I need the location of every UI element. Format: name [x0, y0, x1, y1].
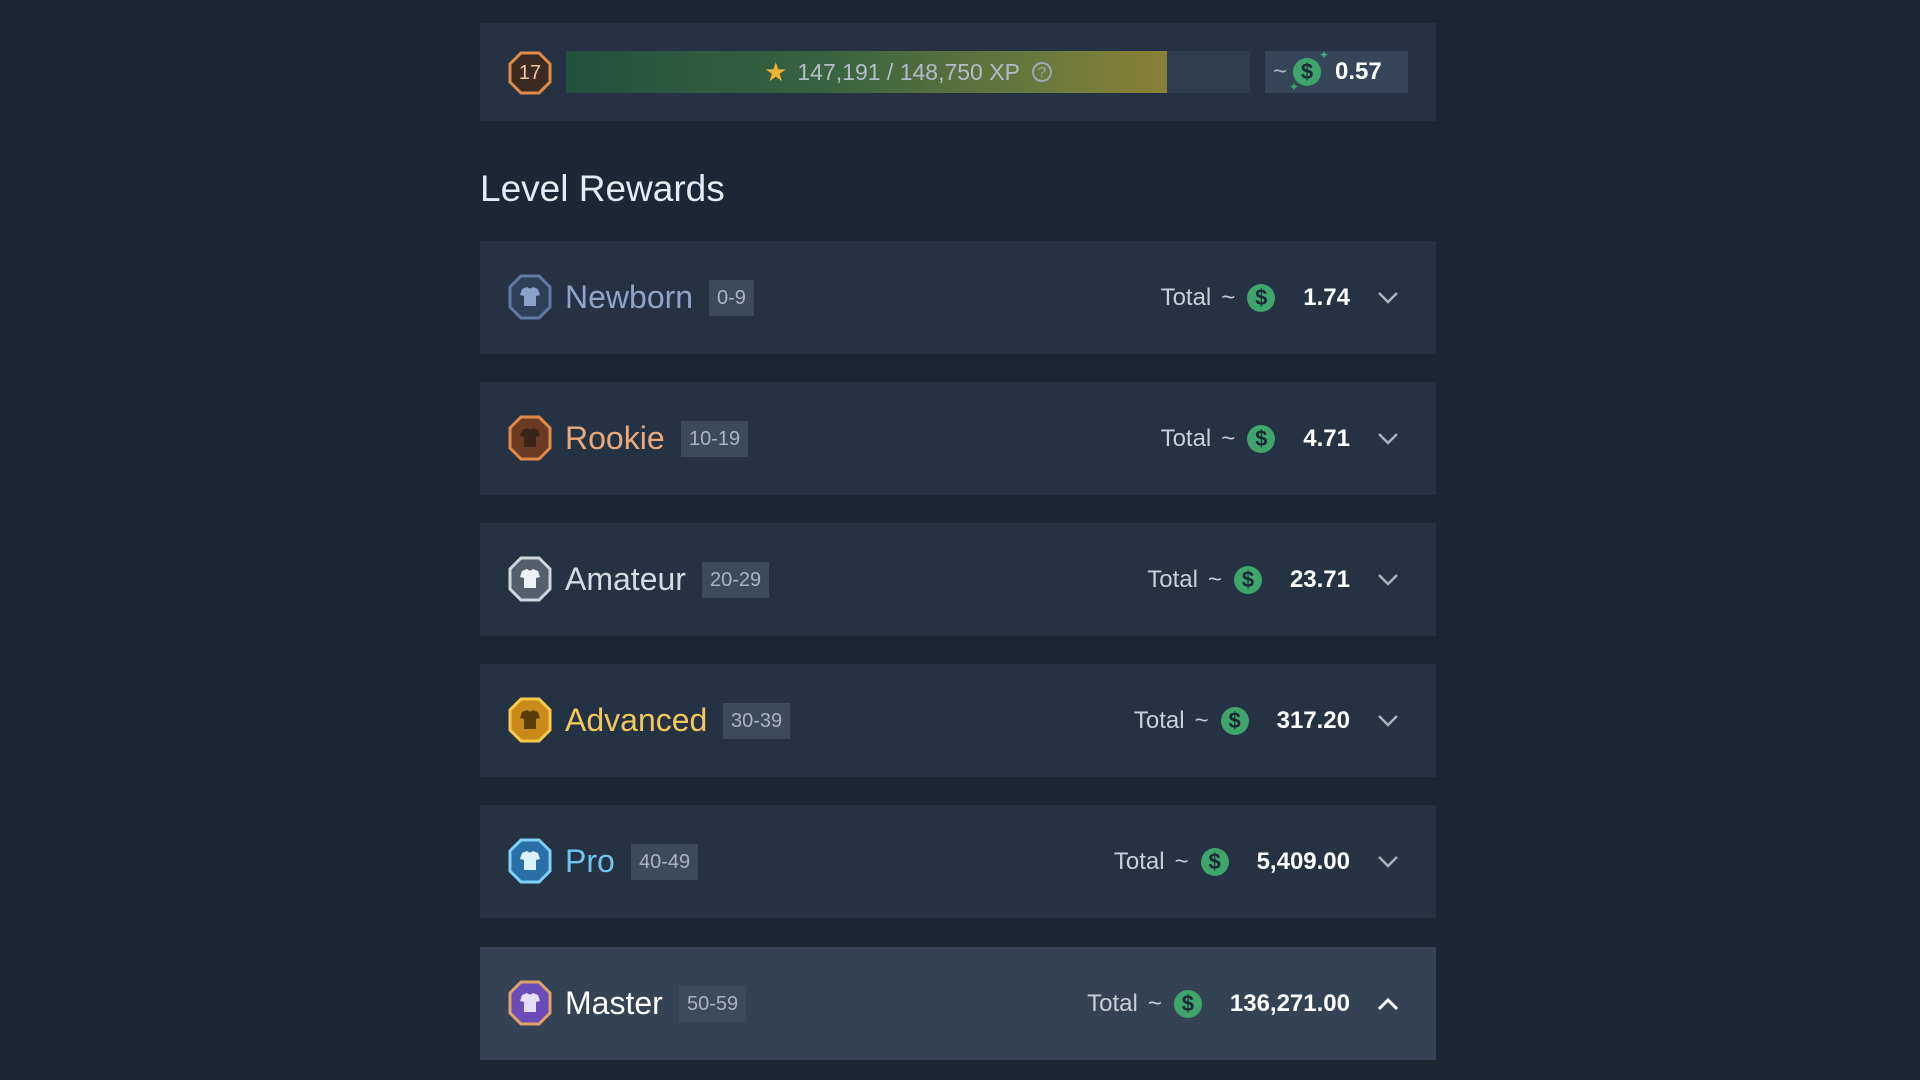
total-label: Total [1160, 283, 1212, 311]
total-label: Total [1147, 565, 1198, 593]
tier-total-amount: 1.74 [1303, 283, 1350, 311]
tier-total: Total ~ $ 317.20 [1133, 706, 1350, 735]
xp-label: ★ 147,191 / 148,750 XP ? [566, 51, 1250, 93]
dollar-coin-icon: $ [1247, 424, 1276, 453]
tier-total-amount: 4.71 [1303, 424, 1350, 452]
level-badge: 17 [508, 51, 552, 95]
chevron-up-icon[interactable] [1376, 992, 1400, 1016]
shirt-octagon-icon [508, 838, 552, 884]
approx-sign: ~ [1174, 847, 1189, 875]
shirt-octagon-icon [508, 415, 552, 461]
approx-sign: ~ [1221, 283, 1236, 311]
tier-total: Total ~ $ 23.71 [1147, 565, 1350, 594]
tier-name: Rookie [565, 420, 665, 456]
tier-range-badge: 0-9 [709, 279, 754, 316]
total-label: Total [1113, 847, 1165, 875]
approx-sign: ~ [1194, 706, 1209, 734]
page-title: Level Rewards [480, 168, 725, 209]
dollar-coin-icon: $ [1173, 989, 1202, 1018]
tier-row[interactable]: Rookie 10-19 Total ~ $ 4.71 [480, 382, 1436, 495]
tier-row[interactable]: Newborn 0-9 Total ~ $ 1.74 [480, 241, 1436, 354]
tier-range-badge: 30-39 [723, 702, 791, 739]
tier-total-amount: 5,409.00 [1256, 847, 1350, 875]
balance-display: ~ $ ✦ ✦ 0.57 [1265, 48, 1408, 94]
tier-name: Master [565, 985, 663, 1021]
tier-name: Newborn [565, 279, 694, 315]
chevron-down-icon[interactable] [1376, 427, 1400, 451]
xp-value-text: 147,191 / 148,750 XP [797, 58, 1020, 85]
tier-total: Total ~ $ 1.74 [1160, 283, 1350, 312]
chevron-down-icon[interactable] [1376, 568, 1400, 592]
dollar-coin-icon: $ [1220, 706, 1249, 735]
tier-total: Total ~ $ 136,271.00 [1087, 989, 1350, 1018]
tier-total-amount: 23.71 [1289, 565, 1350, 593]
dollar-coin-icon: $ [1233, 565, 1262, 594]
tier-name: Amateur [565, 561, 686, 597]
tier-total: Total ~ $ 5,409.00 [1113, 847, 1350, 876]
star-icon: ★ [764, 56, 788, 87]
tier-name: Advanced [565, 702, 708, 738]
balance-amount: 0.57 [1335, 58, 1382, 85]
shirt-octagon-icon [508, 980, 552, 1026]
approx-sign: ~ [1147, 989, 1162, 1017]
shirt-octagon-icon [508, 556, 552, 602]
total-label: Total [1087, 989, 1138, 1017]
tier-range-badge: 50-59 [679, 985, 747, 1022]
shirt-octagon-icon [508, 697, 552, 743]
tier-total-amount: 136,271.00 [1229, 989, 1350, 1017]
dollar-coin-icon: $ ✦ ✦ [1289, 48, 1330, 94]
xp-progress-bar: ★ 147,191 / 148,750 XP ? [566, 51, 1250, 93]
shirt-octagon-icon [508, 274, 552, 320]
tier-row[interactable]: Master 50-59 Total ~ $ 136,271.00 [480, 947, 1436, 1060]
approx-sign: ~ [1221, 424, 1236, 452]
chevron-down-icon[interactable] [1376, 709, 1400, 733]
tier-total: Total ~ $ 4.71 [1160, 424, 1350, 453]
tier-row[interactable]: Amateur 20-29 Total ~ $ 23.71 [480, 523, 1436, 636]
total-label: Total [1160, 424, 1212, 452]
total-label: Total [1133, 706, 1185, 734]
approx-sign: ~ [1207, 565, 1222, 593]
chevron-down-icon[interactable] [1376, 850, 1400, 874]
tier-range-badge: 20-29 [702, 561, 770, 598]
tier-total-amount: 317.20 [1276, 706, 1350, 734]
xp-progress-card: 17 ★ 147,191 / 148,750 XP ? ~ $ ✦ ✦ 0.57 [480, 23, 1436, 121]
chevron-down-icon[interactable] [1376, 286, 1400, 310]
tier-name: Pro [565, 843, 615, 879]
balance-approx-sign: ~ [1273, 58, 1288, 85]
level-number: 17 [518, 61, 542, 84]
tier-row[interactable]: Pro 40-49 Total ~ $ 5,409.00 [480, 805, 1436, 918]
dollar-coin-icon: $ [1200, 847, 1229, 876]
dollar-coin-icon: $ [1247, 283, 1276, 312]
tier-range-badge: 40-49 [631, 843, 699, 880]
tier-range-badge: 10-19 [681, 420, 749, 457]
tier-row[interactable]: Advanced 30-39 Total ~ $ 317.20 [480, 664, 1436, 777]
question-circle-icon[interactable]: ? [1031, 62, 1052, 82]
